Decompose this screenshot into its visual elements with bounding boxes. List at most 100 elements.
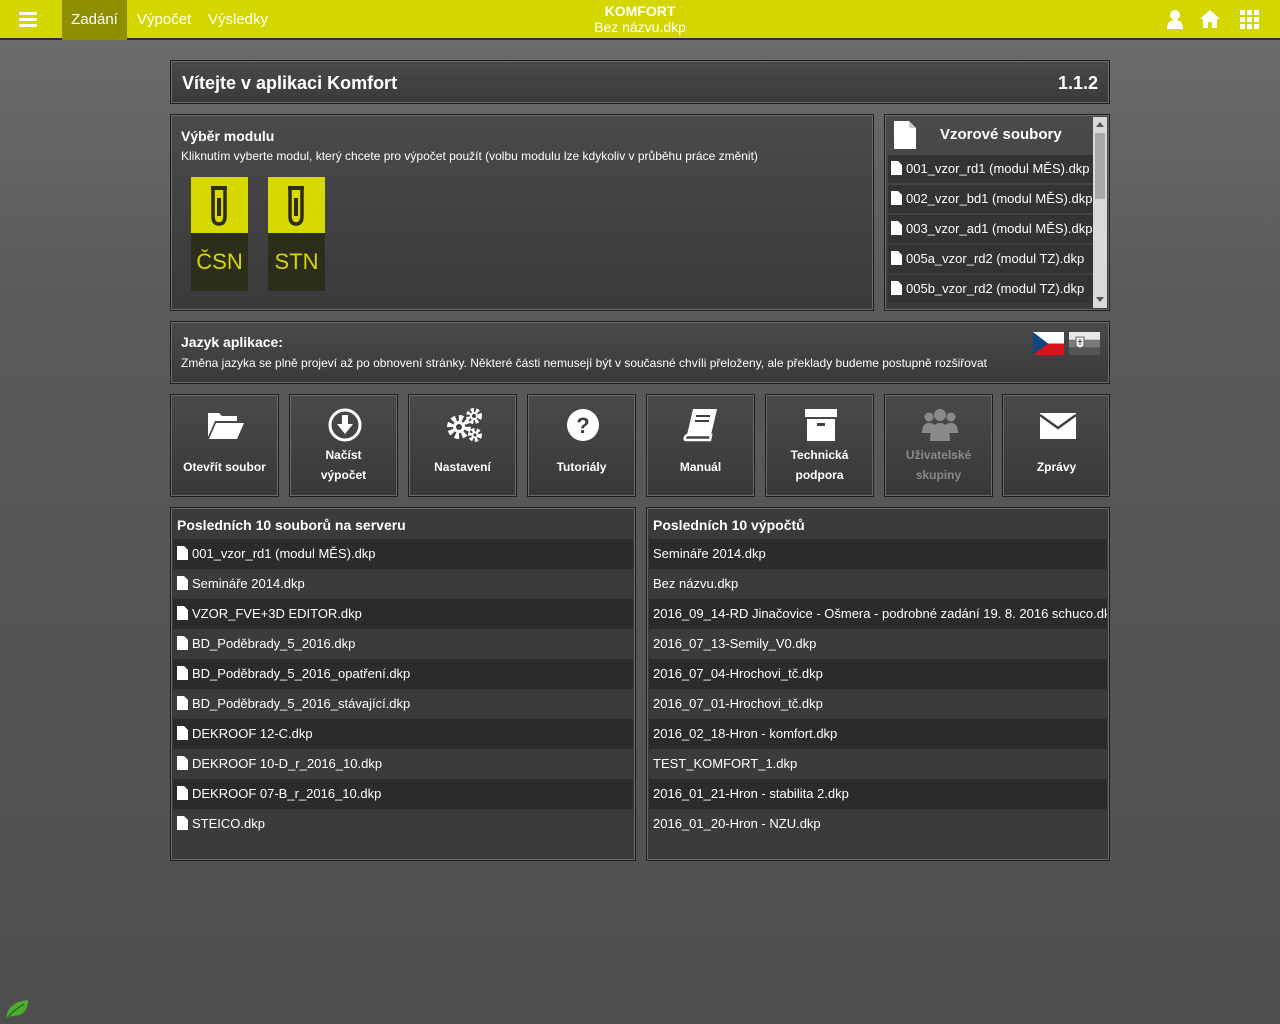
- sample-file-name: 005b_vzor_rd2 (modul TZ).dkp: [906, 281, 1085, 296]
- list-item-label: Bez názvu.dkp: [653, 576, 739, 591]
- home-icon[interactable]: [1199, 8, 1221, 30]
- list-item[interactable]: TEST_KOMFORT_1.dkp: [649, 749, 1107, 779]
- tab-vypocet[interactable]: Výpočet: [137, 0, 197, 40]
- test-tube-icon: [211, 186, 227, 226]
- list-item-label: Semináře 2014.dkp: [653, 546, 766, 561]
- list-item[interactable]: DEKROOF 07-B_r_2016_10.dkp: [173, 779, 633, 809]
- welcome-panel: Vítejte v aplikaci Komfort 1.1.2: [170, 60, 1110, 104]
- list-item-label: 2016_07_04-Hrochovi_tč.dkp: [653, 666, 823, 681]
- tutorials-label: Tutoriály: [556, 460, 607, 474]
- file-name: Bez názvu.dkp: [594, 19, 686, 35]
- messages-label: Zprávy: [1036, 460, 1077, 474]
- sample-file-item[interactable]: 003_vzor_ad1 (modul MĚS).dkp: [888, 215, 1093, 243]
- language-heading: Jazyk aplikace:: [181, 334, 283, 350]
- list-item-label: 2016_07_01-Hrochovi_tč.dkp: [653, 696, 823, 711]
- download-circle-icon: [328, 408, 362, 442]
- load-calculation-label-1: Načíst: [325, 448, 362, 462]
- recent-files-panel: Posledních 10 souborů na serveru 001_vzo…: [170, 507, 636, 861]
- envelope-icon: [1039, 413, 1077, 439]
- czech-flag-icon[interactable]: [1033, 332, 1064, 355]
- tech-support-label-2: podpora: [795, 468, 844, 482]
- tab-zadani[interactable]: Zadání: [62, 0, 127, 40]
- module-heading: Výběr modulu: [181, 128, 275, 144]
- list-item[interactable]: 2016_07_04-Hrochovi_tč.dkp: [649, 659, 1107, 689]
- manual-button[interactable]: Manuál: [646, 394, 755, 497]
- users-group-icon: [922, 409, 958, 441]
- load-calculation-label-2: výpočet: [320, 468, 367, 482]
- recent-calcs-heading: Posledních 10 výpočtů: [653, 517, 805, 533]
- scroll-up-arrow-icon[interactable]: [1096, 122, 1104, 127]
- sample-file-name: 003_vzor_ad1 (modul MĚS).dkp: [906, 221, 1093, 236]
- folder-open-icon: [208, 413, 244, 439]
- list-item[interactable]: BD_Poděbrady_5_2016.dkp: [173, 629, 633, 659]
- module-selection-panel: Výběr modulu Kliknutím vyberte modul, kt…: [170, 114, 874, 311]
- open-file-button[interactable]: Otevřít soubor: [170, 394, 279, 497]
- list-item[interactable]: VZOR_FVE+3D EDITOR.dkp: [173, 599, 633, 629]
- module-csn-label: ČSN: [191, 233, 248, 291]
- tech-support-button[interactable]: Technická podpora: [765, 394, 874, 497]
- app-title-block: KOMFORT Bez názvu.dkp: [540, 3, 740, 36]
- list-item[interactable]: STEICO.dkp: [173, 809, 633, 839]
- file-icon: [177, 606, 188, 620]
- welcome-title: Vítejte v aplikaci Komfort: [182, 73, 398, 93]
- file-icon: [177, 576, 188, 590]
- list-item-label: BD_Poděbrady_5_2016_opatření.dkp: [192, 666, 411, 681]
- recent-calcs-panel: Posledních 10 výpočtů Semináře 2014.dkp B…: [646, 507, 1110, 861]
- sample-file-name: 005a_vzor_rd2 (modul TZ).dkp: [906, 251, 1085, 266]
- list-item[interactable]: 2016_01_21-Hron - stabilita 2.dkp: [649, 779, 1107, 809]
- language-hint: Změna jazyka se plně projeví až po obnov…: [181, 356, 987, 370]
- sample-file-name: 002_vzor_bd1 (modul MĚS).dkp: [906, 191, 1093, 206]
- file-icon: [177, 726, 188, 740]
- list-item[interactable]: DEKROOF 10-D_r_2016_10.dkp: [173, 749, 633, 779]
- top-bar: Zadání Výpočet Výsledky KOMFORT Bez názv…: [0, 0, 1280, 40]
- slovak-flag-icon[interactable]: [1069, 332, 1100, 355]
- sample-files-heading: Vzorové soubory: [940, 126, 1062, 143]
- list-item[interactable]: Semináře 2014.dkp: [649, 539, 1107, 569]
- module-stn[interactable]: STN: [268, 177, 325, 291]
- load-calculation-button[interactable]: Načíst výpočet: [289, 394, 398, 497]
- tutorials-button[interactable]: ? Tutoriály: [527, 394, 636, 497]
- file-icon: [891, 281, 902, 295]
- tech-support-label-1: Technická: [790, 448, 849, 462]
- sample-file-item[interactable]: 001_vzor_rd1 (modul MĚS).dkp: [888, 155, 1093, 183]
- list-item-label: DEKROOF 12-C.dkp: [192, 726, 313, 741]
- list-item-label: 2016_07_13-Semily_V0.dkp: [653, 636, 817, 651]
- list-item[interactable]: 001_vzor_rd1 (modul MĚS).dkp: [173, 539, 633, 569]
- list-item[interactable]: 2016_02_18-Hron - komfort.dkp: [649, 719, 1107, 749]
- list-item[interactable]: BD_Poděbrady_5_2016_stávající.dkp: [173, 689, 633, 719]
- sample-file-item[interactable]: 005a_vzor_rd2 (modul TZ).dkp: [888, 245, 1093, 273]
- list-item[interactable]: 2016_09_14-RD Jinačovice - Ošmera - podr…: [649, 599, 1107, 629]
- list-item[interactable]: Bez názvu.dkp: [649, 569, 1107, 599]
- document-icon: [894, 121, 916, 149]
- sample-files-header: Vzorové soubory: [885, 115, 1095, 155]
- hamburger-menu-icon[interactable]: [8, 6, 48, 34]
- list-item-label: DEKROOF 10-D_r_2016_10.dkp: [192, 756, 383, 771]
- grid-apps-icon[interactable]: [1239, 8, 1261, 30]
- list-item-label: 2016_01_21-Hron - stabilita 2.dkp: [653, 786, 849, 801]
- tab-vysledky[interactable]: Výsledky: [208, 0, 270, 40]
- file-icon: [891, 221, 902, 235]
- list-item[interactable]: Semináře 2014.dkp: [173, 569, 633, 599]
- list-item[interactable]: DEKROOF 12-C.dkp: [173, 719, 633, 749]
- sample-file-item[interactable]: 005b_vzor_rd2 (modul TZ).dkp: [888, 275, 1093, 303]
- file-icon: [177, 786, 188, 800]
- messages-button[interactable]: Zprávy: [1002, 394, 1110, 497]
- list-item[interactable]: 2016_01_20-Hron - NZU.dkp: [649, 809, 1107, 839]
- recent-files-heading: Posledních 10 souborů na serveru: [177, 517, 406, 533]
- settings-button[interactable]: Nastavení: [408, 394, 517, 497]
- question-circle-icon: ?: [567, 409, 599, 441]
- sample-files-scrollbar[interactable]: [1093, 117, 1107, 308]
- leaf-icon: [6, 1000, 28, 1019]
- file-icon: [891, 161, 902, 175]
- list-item-label: DEKROOF 07-B_r_2016_10.dkp: [192, 786, 382, 801]
- file-icon: [177, 816, 188, 830]
- scrollbar-thumb[interactable]: [1095, 133, 1105, 199]
- user-groups-button: Uživatelské skupiny: [884, 394, 993, 497]
- list-item[interactable]: BD_Poděbrady_5_2016_opatření.dkp: [173, 659, 633, 689]
- user-icon[interactable]: [1164, 8, 1186, 30]
- list-item[interactable]: 2016_07_01-Hrochovi_tč.dkp: [649, 689, 1107, 719]
- module-csn[interactable]: ČSN: [191, 177, 248, 291]
- list-item[interactable]: 2016_07_13-Semily_V0.dkp: [649, 629, 1107, 659]
- sample-file-item[interactable]: 002_vzor_bd1 (modul MĚS).dkp: [888, 185, 1093, 213]
- scroll-down-arrow-icon[interactable]: [1096, 297, 1104, 302]
